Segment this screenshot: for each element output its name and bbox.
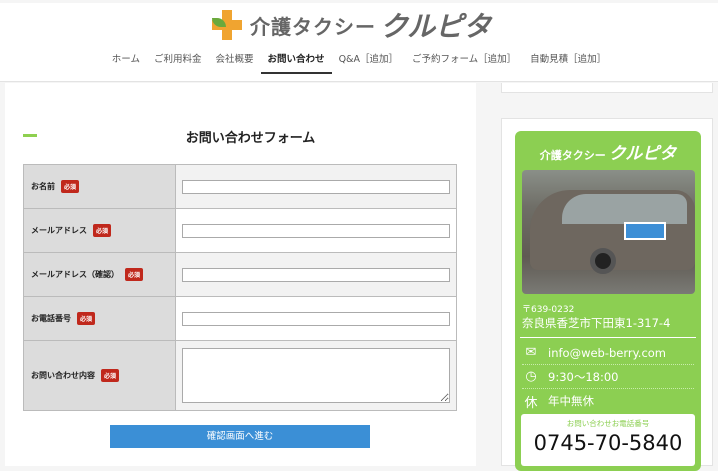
message-textarea[interactable] bbox=[182, 348, 450, 403]
nav-contact[interactable]: お問い合わせ bbox=[260, 52, 332, 74]
form-row-phone: お電話番号 必須 bbox=[23, 296, 457, 341]
phone-number[interactable]: 0745-70-5840 bbox=[521, 431, 695, 455]
logo-cross-icon bbox=[212, 10, 242, 40]
site-header: 介護タクシー クルピタ ホーム ご利用料金 会社概要 お問い合わせ Q&A［追加… bbox=[0, 3, 718, 82]
sidebar-title-a: 介護タクシー bbox=[539, 149, 606, 162]
email-link[interactable]: info@web-berry.com bbox=[548, 346, 666, 360]
nav-home[interactable]: ホーム bbox=[105, 52, 147, 76]
form-row-email-confirm: メールアドレス（確認） 必須 bbox=[23, 252, 457, 297]
required-badge: 必須 bbox=[101, 369, 120, 382]
field-label: お電話番号 bbox=[31, 314, 71, 323]
address: 奈良県香芝市下田東1-317-4 bbox=[522, 316, 671, 330]
holiday-row: 休年中無休 bbox=[522, 389, 694, 413]
nav-pricing[interactable]: ご利用料金 bbox=[147, 52, 209, 76]
phone-box[interactable]: お問い合わせお電話番号 0745-70-5840 bbox=[521, 414, 695, 466]
site-logo[interactable]: 介護タクシー クルピタ bbox=[212, 9, 491, 43]
divider bbox=[520, 337, 696, 338]
hours-row: ◷ 9:30〜18:00 bbox=[522, 365, 694, 389]
nav-faq[interactable]: Q&A［追加］ bbox=[332, 52, 405, 76]
required-badge: 必須 bbox=[125, 268, 144, 281]
logo-brand: クルピタ bbox=[380, 10, 492, 43]
logo-text: 介護タクシー bbox=[250, 14, 376, 39]
car-sticker bbox=[624, 222, 666, 240]
field-label: お問い合わせ内容 bbox=[31, 371, 95, 380]
form-row-message: お問い合わせ内容 必須 bbox=[23, 340, 457, 411]
zip-code: 〒639-0232 bbox=[522, 305, 575, 315]
car-wheel bbox=[590, 248, 616, 274]
required-badge: 必須 bbox=[93, 224, 112, 237]
phone-label: お問い合わせお電話番号 bbox=[566, 419, 650, 428]
sidebar-widget-top bbox=[501, 83, 713, 93]
contact-form-table: お名前 必須 メールアドレス 必須 メールアドレス（確認） 必須 お電話番号 必須 お問… bbox=[23, 164, 457, 411]
car-window bbox=[562, 194, 687, 224]
contact-info-box: 介護タクシー クルピタ 〒639-0232 奈良県香芝市下田東1-317-4 ✉ i… bbox=[515, 131, 701, 471]
taxi-photo bbox=[522, 170, 695, 294]
field-label: お名前 bbox=[31, 182, 55, 191]
confirm-button[interactable]: 確認画面へ進む bbox=[110, 425, 370, 448]
page-title: お問い合わせフォーム bbox=[185, 131, 316, 146]
sidebar-title-b: クルピタ bbox=[608, 144, 677, 164]
required-badge: 必須 bbox=[77, 312, 96, 325]
nav-company[interactable]: 会社概要 bbox=[209, 52, 261, 76]
main-content: お問い合わせフォーム お名前 必須 メールアドレス 必須 メールアドレス（確認） 必須… bbox=[5, 83, 476, 466]
required-badge: 必須 bbox=[61, 180, 80, 193]
email-confirm-input[interactable] bbox=[182, 267, 450, 282]
field-label: メールアドレス（確認） bbox=[31, 270, 119, 279]
clock-icon: ◷ bbox=[525, 369, 537, 384]
phone-input[interactable] bbox=[182, 311, 450, 326]
holiday-icon: 休 bbox=[524, 395, 538, 411]
sidebar-logo: 介護タクシー クルピタ bbox=[515, 139, 701, 164]
email-row: ✉ info@web-berry.com bbox=[522, 341, 694, 365]
nav-estimate[interactable]: 自動見積［追加］ bbox=[523, 52, 613, 76]
field-label: メールアドレス bbox=[31, 226, 87, 235]
form-row-email: メールアドレス 必須 bbox=[23, 208, 457, 253]
sidebar-widget: 介護タクシー クルピタ 〒639-0232 奈良県香芝市下田東1-317-4 ✉ i… bbox=[501, 118, 713, 471]
holiday: 年中無休 bbox=[548, 394, 594, 408]
form-row-name: お名前 必須 bbox=[23, 164, 457, 209]
main-nav: ホーム ご利用料金 会社概要 お問い合わせ Q&A［追加］ ご予約フォーム［追加… bbox=[0, 52, 718, 76]
name-input[interactable] bbox=[182, 179, 450, 194]
email-input[interactable] bbox=[182, 223, 450, 238]
nav-reservation[interactable]: ご予約フォーム［追加］ bbox=[405, 52, 523, 76]
hours: 9:30〜18:00 bbox=[548, 369, 619, 384]
mail-icon: ✉ bbox=[525, 345, 537, 360]
